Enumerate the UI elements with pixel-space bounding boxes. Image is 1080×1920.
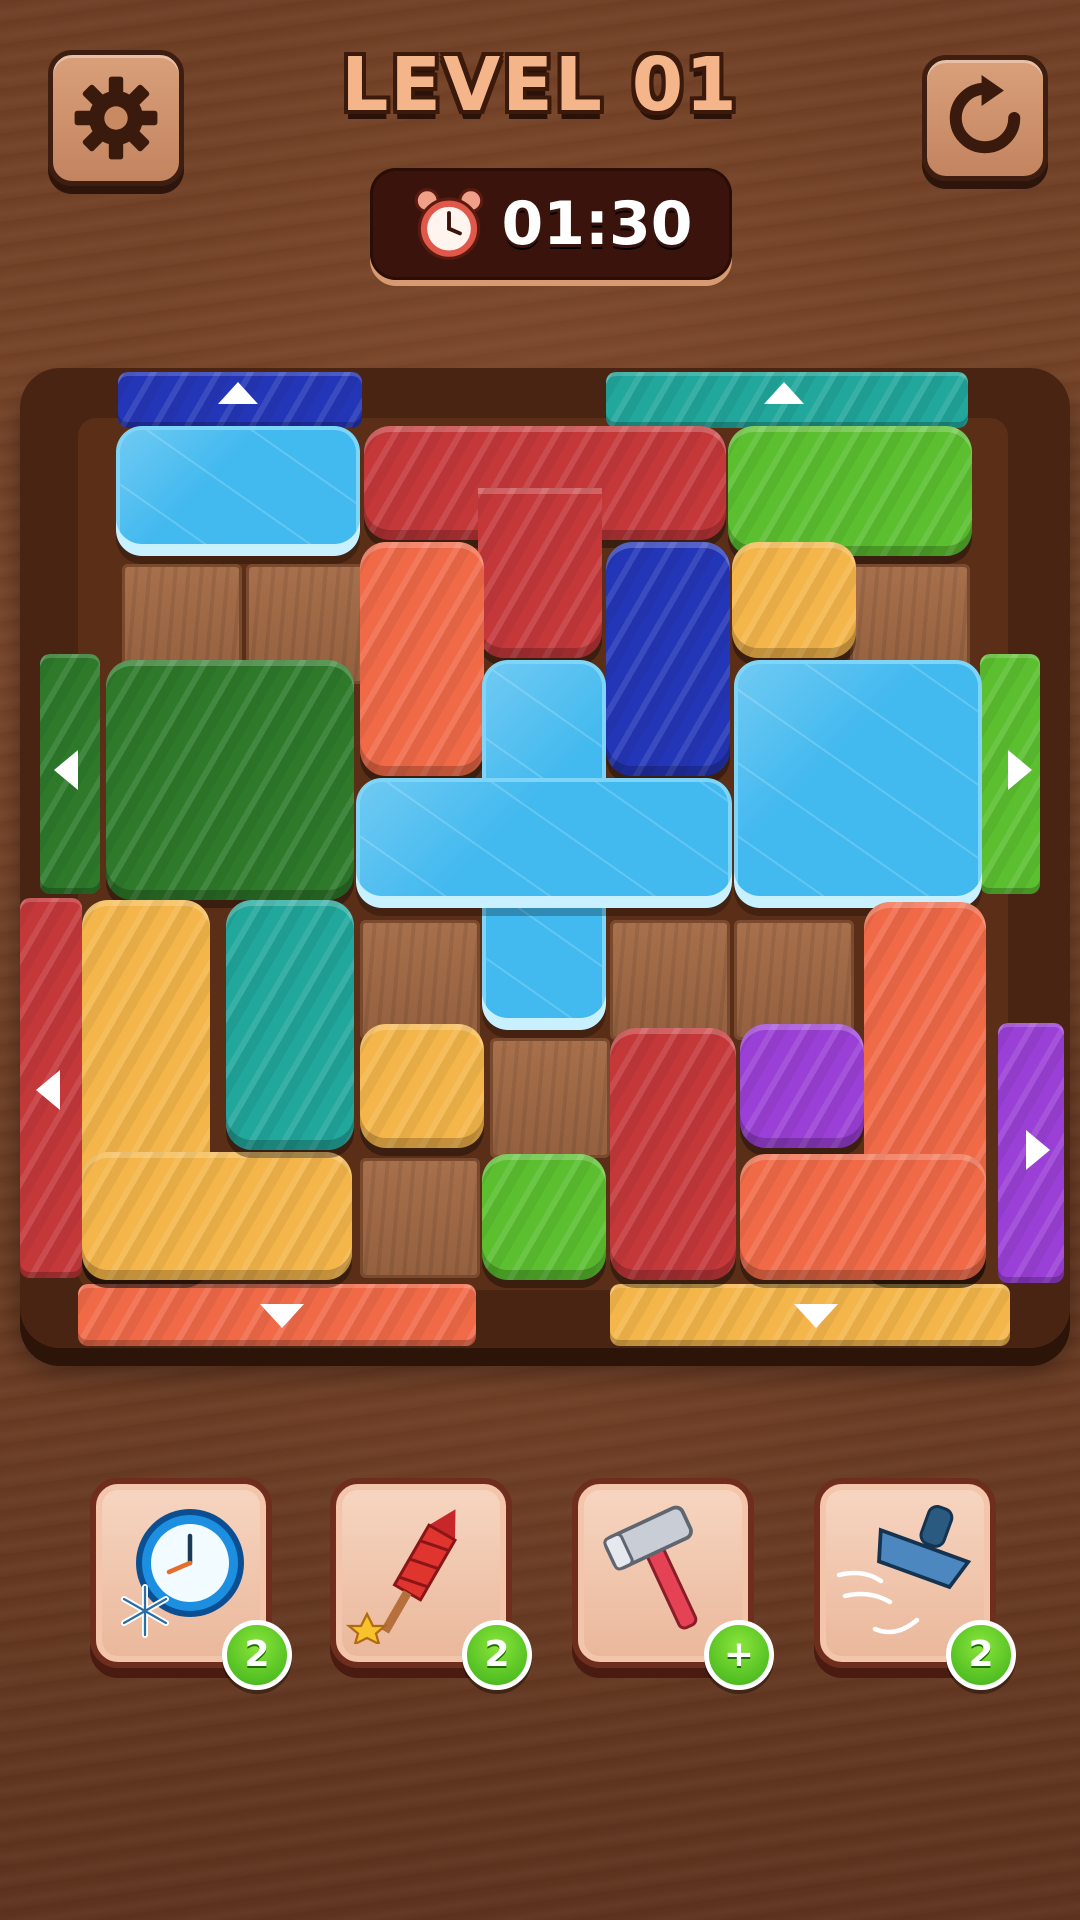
booster-count-badge: 2 <box>946 1620 1016 1690</box>
yellow-l-block-h[interactable] <box>82 1152 352 1280</box>
arrow-left-icon <box>54 750 78 790</box>
arrow-right-icon <box>1008 750 1032 790</box>
booster-count-badge: 2 <box>222 1620 292 1690</box>
arrow-left-icon <box>36 1070 60 1110</box>
hammer-icon <box>603 1505 698 1630</box>
yellow-small-block[interactable] <box>732 542 856 658</box>
yellow-small-block-2[interactable] <box>360 1024 484 1148</box>
timer-value: 01:30 <box>501 189 693 259</box>
arrow-down-icon <box>260 1304 304 1328</box>
green-small-block[interactable] <box>482 1154 606 1280</box>
booster-rocket[interactable]: 2 <box>330 1478 532 1690</box>
gear-icon <box>74 76 158 160</box>
booster-vacuum[interactable]: 2 <box>814 1478 1016 1690</box>
vacuum-icon <box>836 1505 972 1635</box>
arrow-down-icon <box>794 1304 838 1328</box>
orange-vertical-block[interactable] <box>360 542 484 776</box>
frozen-square-block[interactable] <box>734 660 982 908</box>
booster-freeze-time[interactable]: 2 <box>90 1478 292 1690</box>
timer-panel: 01:30 <box>370 168 732 280</box>
freeze-clock-icon <box>121 1509 244 1638</box>
grid-cell <box>360 1158 480 1278</box>
frozen-plus-block-h[interactable] <box>356 778 732 908</box>
green-block[interactable] <box>728 426 972 556</box>
booster-hammer[interactable]: + <box>572 1478 774 1690</box>
teal-vertical-block[interactable] <box>226 900 354 1150</box>
alarm-clock-icon <box>414 188 483 260</box>
darkgreen-square-block[interactable] <box>106 660 354 900</box>
red-t-block-stem[interactable] <box>478 488 602 658</box>
grid-cell <box>610 920 730 1040</box>
red-vertical-block[interactable] <box>610 1028 736 1280</box>
blue-vertical-block[interactable] <box>606 542 730 776</box>
arrow-up-icon <box>764 382 804 404</box>
frozen-block[interactable] <box>116 426 360 556</box>
grid-cell <box>490 1038 610 1158</box>
puzzle-board <box>20 368 1070 1348</box>
grid-cell <box>360 920 480 1040</box>
rocket-icon <box>346 1509 458 1644</box>
arrow-up-icon <box>218 382 258 404</box>
restart-icon <box>949 75 1021 154</box>
arrow-right-icon <box>1026 1130 1050 1170</box>
orange-l-block-h[interactable] <box>740 1154 986 1280</box>
level-title: LEVEL 01 <box>341 42 739 128</box>
restart-button[interactable] <box>922 55 1048 181</box>
booster-count-badge: 2 <box>462 1620 532 1690</box>
grid-cell <box>734 920 854 1040</box>
settings-button[interactable] <box>48 50 184 186</box>
purple-block[interactable] <box>740 1024 864 1148</box>
booster-add-badge[interactable]: + <box>704 1620 774 1690</box>
